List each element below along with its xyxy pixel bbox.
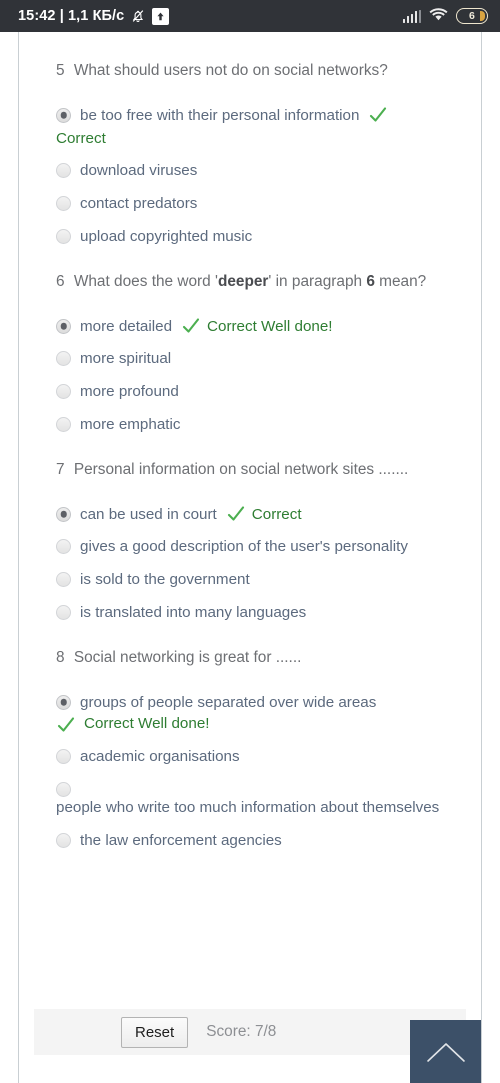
android-status-bar: 15:42 | 1,1 КБ/с 6 bbox=[0, 0, 500, 32]
radio-button[interactable] bbox=[56, 539, 71, 555]
question-block-5: 5 What should users not do on social net… bbox=[56, 60, 447, 249]
battery-level-text: 6 bbox=[469, 9, 475, 22]
radio-button-selected[interactable] bbox=[56, 107, 71, 123]
question-number-6: 6 bbox=[56, 272, 65, 290]
option-label: the law enforcement agencies bbox=[80, 831, 282, 849]
status-bar-left-group: 15:42 | 1,1 КБ/с bbox=[18, 7, 170, 25]
option-5-4[interactable]: upload copyrighted music bbox=[56, 226, 447, 249]
question-prompt-5: What should users not do on social netwo… bbox=[73, 62, 388, 79]
radio-button-selected[interactable] bbox=[56, 694, 71, 710]
option-8-3[interactable]: people who write too much information ab… bbox=[56, 779, 447, 820]
question-prompt-6-part1: What does the word ' bbox=[73, 272, 218, 290]
feedback-text: Correct bbox=[251, 505, 302, 523]
option-6-3[interactable]: more profound bbox=[56, 381, 447, 404]
question-prompt-7: Personal information on social network s… bbox=[73, 460, 409, 478]
option-label: more detailed bbox=[80, 317, 173, 335]
feedback-text: Correct Well done! bbox=[207, 317, 333, 335]
option-label: people who write too much information ab… bbox=[56, 798, 440, 816]
check-icon bbox=[181, 316, 201, 336]
radio-button-selected[interactable] bbox=[56, 318, 71, 334]
question-number-5: 5 bbox=[56, 62, 65, 79]
option-7-2[interactable]: gives a good description of the user's p… bbox=[56, 536, 447, 559]
option-7-3[interactable]: is sold to the government bbox=[56, 569, 447, 592]
status-bar-right-group: 6 bbox=[402, 7, 488, 25]
option-label: groups of people separated over wide are… bbox=[80, 693, 377, 711]
question-prompt-6-part2: ' in paragraph bbox=[268, 272, 367, 290]
question-block-8: 8 Social networking is great for ...... … bbox=[56, 647, 447, 853]
option-6-2[interactable]: more spiritual bbox=[56, 348, 447, 371]
bell-muted-icon bbox=[130, 8, 146, 24]
question-number-7: 7 bbox=[56, 460, 65, 478]
scroll-to-top-button[interactable] bbox=[410, 1020, 481, 1083]
option-8-2[interactable]: academic organisations bbox=[56, 746, 447, 769]
option-6-1[interactable]: more detailed Correct Well done! bbox=[56, 316, 447, 339]
option-label: more emphatic bbox=[80, 415, 181, 433]
option-6-4[interactable]: more emphatic bbox=[56, 414, 447, 437]
chevron-up-icon bbox=[425, 1039, 467, 1065]
option-label: be too free with their personal informat… bbox=[80, 106, 360, 124]
question-text-6: 6 What does the word 'deeper' in paragra… bbox=[56, 271, 447, 294]
option-5-2[interactable]: download viruses bbox=[56, 160, 447, 183]
signal-bars-icon bbox=[402, 9, 421, 23]
radio-button[interactable] bbox=[56, 604, 71, 620]
option-label: academic organisations bbox=[80, 748, 240, 766]
quiz-page-panel: 5 What should users not do on social net… bbox=[18, 32, 482, 1083]
option-8-1[interactable]: groups of people separated over wide are… bbox=[56, 692, 447, 737]
radio-button[interactable] bbox=[56, 781, 71, 797]
question-text-8: 8 Social networking is great for ...... bbox=[56, 647, 447, 670]
check-icon bbox=[56, 715, 76, 735]
feedback-text: Correct Well done! bbox=[84, 715, 210, 733]
radio-button[interactable] bbox=[56, 572, 71, 588]
radio-button[interactable] bbox=[56, 228, 71, 244]
option-label: more spiritual bbox=[80, 350, 172, 368]
score-text: Score: 7/8 bbox=[206, 1023, 277, 1040]
radio-button[interactable] bbox=[56, 351, 71, 367]
feedback-text: Correct bbox=[56, 129, 106, 147]
reset-button[interactable]: Reset bbox=[121, 1016, 189, 1048]
option-8-4[interactable]: the law enforcement agencies bbox=[56, 830, 447, 853]
quiz-container: 5 What should users not do on social net… bbox=[19, 32, 481, 853]
status-clock: 15:42 | 1,1 КБ/с bbox=[18, 8, 125, 24]
radio-button[interactable] bbox=[56, 416, 71, 432]
check-icon bbox=[368, 105, 388, 125]
question-emphasis-paragraph-number: 6 bbox=[366, 272, 375, 290]
battery-indicator: 6 bbox=[456, 8, 488, 24]
option-label: download viruses bbox=[80, 162, 198, 180]
option-label: is sold to the government bbox=[80, 571, 250, 589]
question-text-7: 7 Personal information on social network… bbox=[56, 459, 447, 482]
radio-button[interactable] bbox=[56, 163, 71, 179]
check-icon bbox=[226, 504, 246, 524]
wifi-icon bbox=[429, 7, 448, 25]
option-label: contact predators bbox=[80, 195, 198, 213]
option-5-3[interactable]: contact predators bbox=[56, 193, 447, 216]
option-5-1[interactable]: be too free with their personal informat… bbox=[56, 105, 447, 151]
question-prompt-8: Social networking is great for ...... bbox=[73, 648, 302, 666]
option-label: can be used in court bbox=[80, 505, 217, 523]
question-block-6: 6 What does the word 'deeper' in paragra… bbox=[56, 271, 447, 437]
option-label: more profound bbox=[80, 383, 179, 401]
question-text-5: 5 What should users not do on social net… bbox=[56, 60, 447, 83]
option-7-4[interactable]: is translated into many languages bbox=[56, 602, 447, 625]
feedback-row: Correct Well done! bbox=[56, 713, 447, 736]
question-number-8: 8 bbox=[56, 648, 65, 666]
option-label: is translated into many languages bbox=[80, 603, 307, 621]
question-emphasis-deeper: deeper bbox=[217, 272, 269, 290]
option-7-1[interactable]: can be used in court Correct bbox=[56, 504, 447, 527]
quiz-footer-bar: Reset Score: 7/8 bbox=[34, 1009, 466, 1055]
option-label: upload copyrighted music bbox=[80, 227, 253, 245]
option-label: gives a good description of the user's p… bbox=[80, 538, 408, 556]
radio-button[interactable] bbox=[56, 384, 71, 400]
radio-button[interactable] bbox=[56, 196, 71, 212]
question-prompt-6-part3: mean? bbox=[374, 272, 427, 290]
question-block-7: 7 Personal information on social network… bbox=[56, 459, 447, 625]
radio-button[interactable] bbox=[56, 749, 71, 765]
radio-button-selected[interactable] bbox=[56, 506, 71, 522]
radio-button[interactable] bbox=[56, 832, 71, 848]
upload-arrow-icon bbox=[152, 7, 170, 25]
